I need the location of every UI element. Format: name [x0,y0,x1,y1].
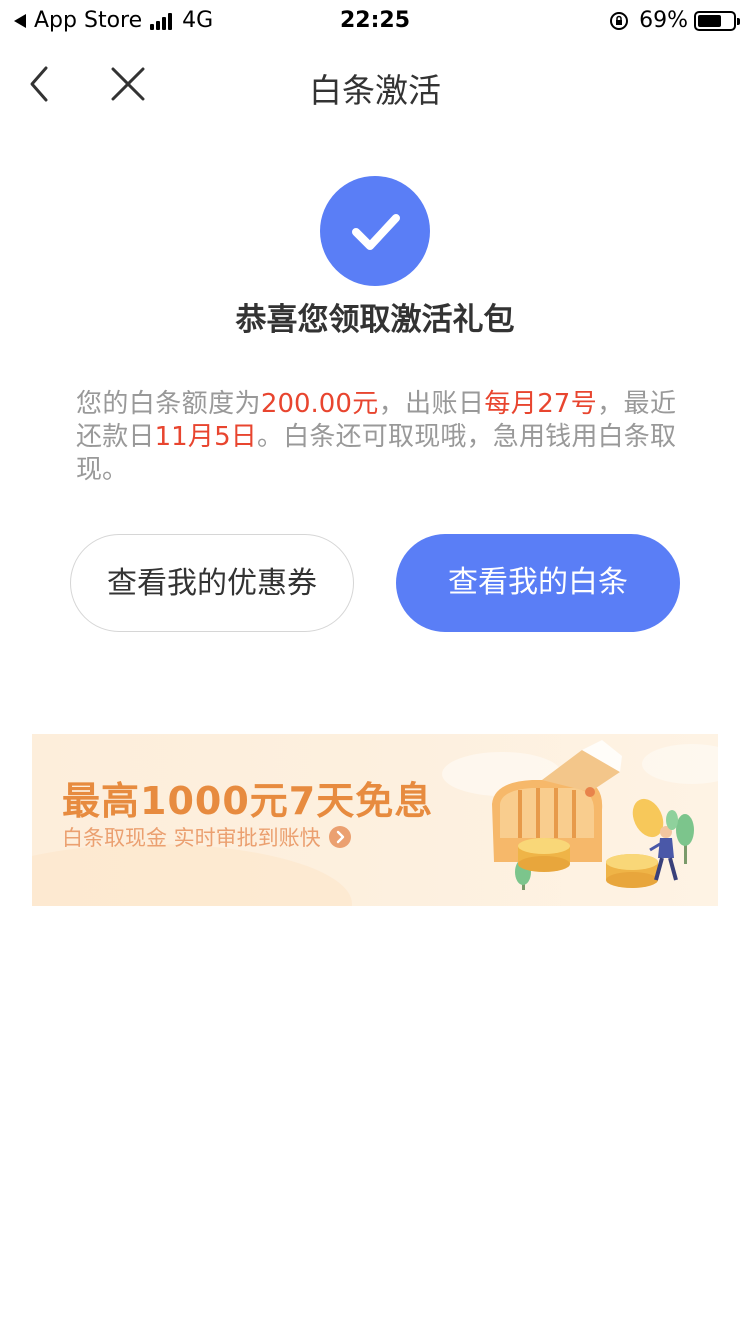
page-title: 白条激活 [309,71,441,110]
cash-loan-banner[interactable]: 最高1000元7天免息 白条取现金 实时审批到账快 [32,734,718,906]
bill-day: 每月27号 [484,389,598,419]
activation-description: 您的白条额度为200.00元，出账日每月27号，最近还款日11月5日。白条还可取… [76,388,676,487]
battery-icon [694,10,740,31]
desc-text-2: ，出账日 [378,389,485,419]
success-badge [320,176,430,286]
success-headline: 恭喜您领取激活礼包 [235,302,515,338]
view-baitiao-button[interactable]: 查看我的白条 [396,534,680,632]
desc-text-1: 您的白条额度为 [76,389,261,419]
banner-subtitle-row: 白条取现金 实时审批到账快 [62,822,351,852]
nav-bar: 白条激活 [0,42,750,126]
status-right: 69% [609,8,740,33]
treasure-illustration [492,740,694,890]
rotation-lock-icon [610,11,629,30]
check-icon [352,214,400,250]
battery-percent: 69% [639,8,688,33]
status-bar: App Store 4G 22:25 69% [0,0,750,42]
view-coupons-button[interactable]: 查看我的优惠券 [70,534,354,632]
due-date: 11月5日 [154,422,258,452]
banner-subtitle: 白条取现金 实时审批到账快 [62,826,321,850]
arrow-right-icon[interactable] [328,826,351,848]
banner-title: 最高1000元7天免息 [62,779,434,823]
credit-amount: 200.00元 [260,389,379,419]
